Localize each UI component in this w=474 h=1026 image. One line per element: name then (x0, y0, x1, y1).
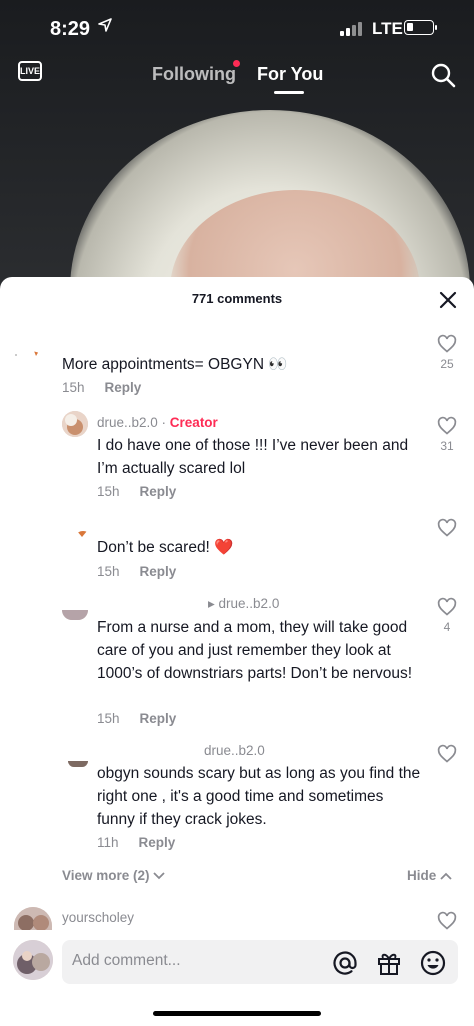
comment-input-placeholder: Add comment... (72, 952, 181, 969)
reply-button[interactable]: Reply (140, 564, 177, 579)
search-icon[interactable] (430, 62, 456, 88)
reply-button[interactable]: Reply (139, 835, 176, 850)
comment-time: 15h (97, 564, 120, 579)
status-bar: 8:29 LTE (0, 0, 474, 56)
chevron-up-icon (440, 872, 452, 881)
comment-username: drue..b2.0 (204, 743, 265, 758)
chevron-down-icon (153, 872, 165, 880)
top-nav: LIVE Following For You (0, 56, 474, 100)
comment-text: From a nurse and a mom, they will take g… (97, 619, 413, 682)
avatar[interactable] (14, 907, 52, 931)
comment-meta: 11h Reply (97, 835, 175, 850)
comment-meta: 15h Reply (97, 564, 176, 579)
heart-icon[interactable] (437, 597, 457, 617)
live-icon[interactable]: LIVE (18, 61, 42, 81)
heart-icon[interactable] (437, 416, 457, 436)
emoji-icon[interactable] (420, 950, 446, 976)
view-more-replies-button[interactable]: View more (2) (62, 868, 165, 883)
network-type: LTE (372, 19, 403, 38)
avatar[interactable] (14, 351, 42, 361)
comment-text: Don’t be scared! ❤️ (97, 539, 234, 556)
tab-for-you[interactable]: For You (257, 64, 323, 85)
close-icon[interactable] (437, 289, 459, 311)
reply-button[interactable]: Reply (140, 711, 177, 726)
comment-username: yourscholey (62, 910, 135, 925)
comment-time: 15h (62, 380, 85, 395)
active-tab-indicator (274, 91, 304, 94)
hide-replies-button[interactable]: Hide (407, 868, 452, 883)
comment-text: I do have one of those !!! I’ve never be… (97, 437, 409, 477)
reply-button[interactable]: Reply (140, 484, 177, 499)
heart-icon[interactable] (437, 518, 457, 538)
comment-time: 15h (97, 484, 120, 499)
comments-sheet: 771 comments More appointments= OBGYN 👀 … (0, 277, 474, 1026)
home-indicator (153, 1011, 321, 1016)
comment-text: More appointments= OBGYN 👀 (62, 356, 288, 373)
heart-icon[interactable] (437, 744, 457, 764)
avatar[interactable] (62, 411, 88, 437)
comment-username: drue..b2.0 · Creator (97, 415, 218, 430)
notification-dot (233, 60, 240, 67)
tab-following[interactable]: Following (152, 64, 236, 85)
avatar[interactable] (77, 531, 89, 539)
comments-count-title: 771 comments (191, 291, 283, 306)
comment-meta: 15h Reply (97, 711, 176, 726)
like-count: 4 (443, 620, 451, 634)
reply-button[interactable]: Reply (105, 380, 142, 395)
location-arrow-icon (98, 18, 112, 32)
avatar[interactable] (62, 610, 88, 620)
mention-icon[interactable] (332, 950, 358, 976)
comment-meta: 15h Reply (97, 484, 176, 499)
cell-signal-icon (340, 20, 362, 36)
gift-icon[interactable] (376, 950, 402, 976)
heart-icon[interactable] (437, 911, 457, 931)
comment-input[interactable]: Add comment... (62, 940, 458, 984)
avatar[interactable] (13, 940, 53, 980)
creator-badge: Creator (169, 415, 218, 430)
like-count: 31 (440, 439, 454, 453)
comment-composer: Add comment... (0, 930, 474, 1026)
battery-icon (404, 20, 437, 35)
heart-icon[interactable] (437, 334, 457, 354)
comment-text: obgyn sounds scary but as long as you fi… (97, 765, 421, 828)
comment-time: 11h (97, 835, 119, 850)
status-time: 8:29 (50, 18, 91, 40)
comment-username: ▸ drue..b2.0 (208, 596, 280, 611)
avatar[interactable] (68, 761, 88, 767)
comment-meta: 15h Reply (62, 380, 141, 395)
comment-time: 15h (97, 711, 120, 726)
like-count: 25 (440, 357, 454, 371)
